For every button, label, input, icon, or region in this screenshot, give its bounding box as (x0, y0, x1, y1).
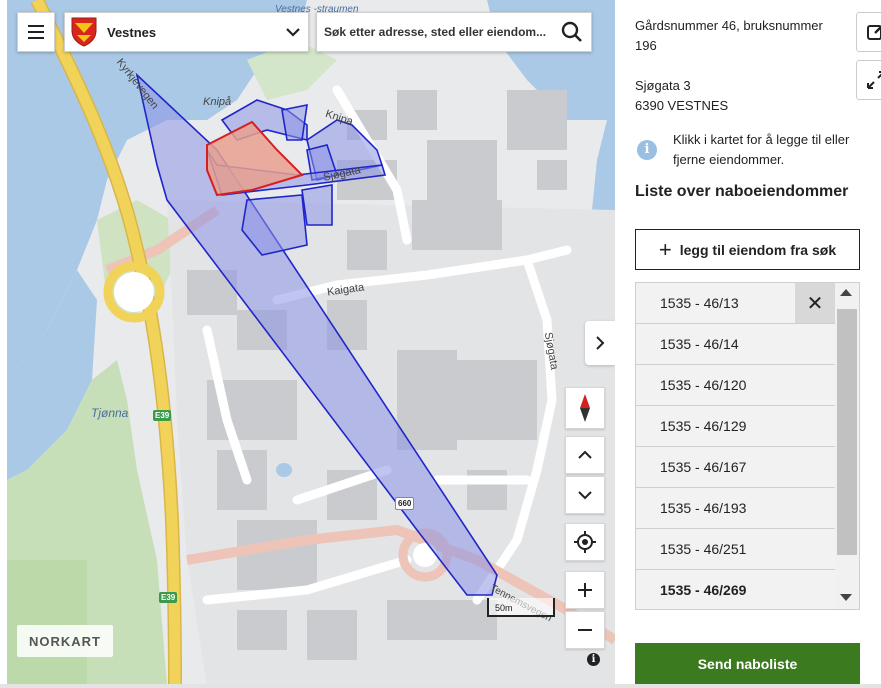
property-list[interactable]: 1535 - 46/13 ✕ 1535 - 46/14 1535 - 46/12… (635, 282, 860, 610)
search-box[interactable] (316, 12, 592, 52)
map-canvas[interactable] (7, 0, 615, 685)
list-item[interactable]: 1535 - 46/193 (636, 488, 835, 529)
crosshair-icon (574, 531, 596, 553)
list-item[interactable]: 1535 - 46/251 (636, 529, 835, 570)
list-item-label: 1535 - 46/129 (660, 418, 747, 434)
compass-icon (580, 394, 590, 422)
menu-button[interactable] (17, 12, 55, 52)
add-property-label: legg til eiendom fra søk (679, 241, 837, 258)
plus-icon (578, 583, 592, 597)
list-item-label: 1535 - 46/13 (660, 295, 739, 311)
remove-icon[interactable]: ✕ (795, 283, 835, 323)
edit-icon (867, 25, 881, 40)
list-item-label: 1535 - 46/193 (660, 500, 747, 516)
list-item-label: 1535 - 46/269 (660, 582, 747, 598)
list-item[interactable]: 1535 - 46/120 (636, 365, 835, 406)
list-item[interactable]: 1535 - 46/167 (636, 447, 835, 488)
toggle-panel-button[interactable] (585, 321, 615, 365)
list-heading: Liste over naboeiendommer (635, 183, 849, 200)
expand-icon (867, 71, 881, 89)
info-message: i Klikk i kartet for å legge til eller f… (637, 130, 867, 170)
app-root: Kyrkjevegen Knipå Knipa Sjøgata Sjøgata … (0, 0, 881, 688)
norkart-logo[interactable]: NORKART (17, 625, 113, 657)
scroll-up-icon[interactable] (840, 289, 852, 296)
list-item[interactable]: 1535 - 46/13 ✕ (636, 283, 835, 324)
road-badge-e39-b: E39 (159, 592, 178, 603)
info-text: Klikk i kartet for å legge til eller fje… (673, 132, 850, 167)
scroll-thumb[interactable] (837, 309, 857, 555)
address-line-2: 6390 VESTNES (635, 98, 729, 113)
water-label-tjonna: Tjønna (91, 406, 129, 420)
add-property-button[interactable]: + legg til eiendom fra søk (635, 229, 860, 270)
hamburger-icon-bar (28, 31, 44, 33)
property-line-2: 196 (635, 38, 657, 53)
locate-button[interactable] (565, 523, 605, 561)
scale-label: 50m (495, 603, 513, 613)
info-icon: i (637, 140, 657, 160)
list-item-label: 1535 - 46/14 (660, 336, 739, 352)
list-item-label: 1535 - 46/167 (660, 459, 747, 475)
municipality-crest-icon (71, 17, 97, 47)
search-icon[interactable] (554, 21, 590, 43)
property-line-1: Gårdsnummer 46, bruksnummer (635, 18, 823, 33)
address-line-1: Sjøgata 3 (635, 78, 691, 93)
edit-button[interactable] (856, 12, 881, 52)
list-item[interactable]: 1535 - 46/269 (636, 570, 835, 609)
road-badge-660: 660 (395, 497, 415, 510)
zoom-out-button[interactable] (565, 611, 605, 649)
chevron-down-icon (578, 491, 592, 500)
map-view[interactable]: Kyrkjevegen Knipå Knipa Sjøgata Sjøgata … (7, 0, 615, 685)
search-input[interactable] (324, 25, 554, 39)
expand-button[interactable] (856, 60, 881, 100)
place-label-knipa: Knipå (203, 96, 232, 108)
list-item-label: 1535 - 46/120 (660, 377, 747, 393)
chevron-up-icon (578, 450, 592, 459)
road-badge-e39-a: E39 (153, 410, 172, 421)
municipality-select[interactable]: Vestnes (64, 12, 309, 52)
plus-icon: + (658, 236, 672, 262)
pan-down-button[interactable] (565, 476, 605, 514)
send-list-button[interactable]: Send naboliste (635, 643, 860, 684)
list-item[interactable]: 1535 - 46/129 (636, 406, 835, 447)
list-scrollbar[interactable] (835, 283, 859, 609)
pan-up-button[interactable] (565, 436, 605, 474)
chevron-right-icon (596, 336, 605, 350)
bottom-scrollbar[interactable] (0, 684, 881, 688)
scroll-down-icon[interactable] (840, 594, 852, 601)
side-panel: Gårdsnummer 46, bruksnummer 196 Sjøgata … (615, 0, 881, 688)
attribution-info-icon[interactable]: i (587, 653, 600, 666)
zoom-in-button[interactable] (565, 571, 605, 609)
municipality-label: Vestnes (107, 24, 157, 40)
scale-bar: 50m (487, 598, 555, 617)
chevron-down-icon (278, 27, 308, 37)
list-item[interactable]: 1535 - 46/14 (636, 324, 835, 365)
compass-button[interactable] (565, 387, 605, 429)
hamburger-icon (28, 25, 44, 27)
minus-icon (578, 629, 592, 631)
hamburger-icon-bar (28, 37, 44, 39)
list-item-label: 1535 - 46/251 (660, 541, 747, 557)
